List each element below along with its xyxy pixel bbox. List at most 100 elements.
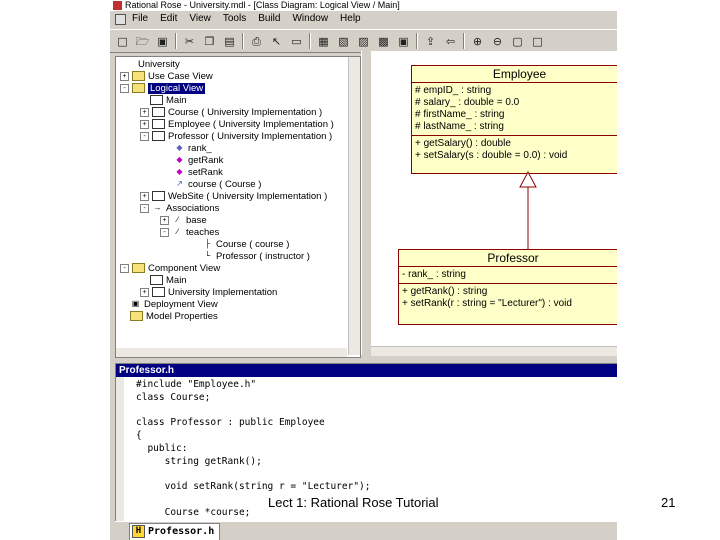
- association-icon: →: [153, 203, 162, 213]
- collapse-icon[interactable]: -: [140, 203, 149, 213]
- zoom-out-icon[interactable]: ⊖: [490, 34, 505, 49]
- deployment-icon[interactable]: ▩: [376, 34, 391, 49]
- tree-deployment-view[interactable]: ▣ Deployment View: [130, 299, 218, 311]
- tree-university-implementation[interactable]: + University Implementation: [140, 287, 277, 299]
- undo-fit-icon[interactable]: □: [530, 34, 545, 49]
- tree-role-course[interactable]: ├ Course ( course ): [202, 239, 290, 251]
- deployment-icon: ▣: [131, 299, 140, 309]
- tree-component-main[interactable]: Main: [150, 275, 187, 287]
- browse-icon[interactable]: ▭: [289, 34, 304, 49]
- toolbar-separator: [416, 33, 418, 49]
- document-menu-icon[interactable]: [115, 14, 126, 25]
- collapse-icon[interactable]: -: [120, 83, 129, 93]
- collapse-icon[interactable]: -: [120, 263, 129, 273]
- expand-icon[interactable]: +: [140, 287, 149, 297]
- tree-employee-class[interactable]: + Employee ( University Implementation ): [140, 119, 334, 131]
- toolbar-separator: [463, 33, 465, 49]
- component-icon[interactable]: ▨: [356, 34, 371, 49]
- new-icon[interactable]: □: [115, 34, 130, 49]
- role-icon: ↗: [176, 179, 183, 189]
- class-diagram-icon[interactable]: ▦: [316, 34, 331, 49]
- menu-file[interactable]: File: [132, 11, 148, 27]
- expand-icon[interactable]: +: [160, 215, 169, 225]
- editor-gutter: [116, 377, 124, 521]
- operation: + setRank(r : string = "Lecturer") : voi…: [402, 298, 572, 309]
- menu-tools[interactable]: Tools: [223, 11, 246, 27]
- tree-root[interactable]: University: [124, 59, 180, 71]
- operation-icon: ◆: [176, 167, 183, 177]
- fit-window-icon[interactable]: ▢: [510, 34, 525, 49]
- role-icon: ├: [204, 239, 211, 249]
- menu-build[interactable]: Build: [258, 11, 280, 27]
- menu-window[interactable]: Window: [292, 11, 328, 27]
- copy-icon[interactable]: ❐: [202, 34, 217, 49]
- slide-caption: Lect 1: Rational Rose Tutorial: [268, 495, 439, 510]
- expand-icon[interactable]: +: [120, 71, 129, 81]
- tree-component-view[interactable]: - Component View: [120, 263, 220, 275]
- state-icon[interactable]: ▣: [396, 34, 411, 49]
- interaction-icon[interactable]: ▧: [336, 34, 351, 49]
- collapse-icon[interactable]: -: [160, 227, 169, 237]
- paste-icon[interactable]: ▤: [222, 34, 237, 49]
- collapse-icon[interactable]: -: [140, 131, 149, 141]
- expand-icon[interactable]: +: [140, 107, 149, 117]
- association-icon: ∕: [176, 215, 179, 225]
- header-file-icon: H: [132, 524, 145, 538]
- diagram-horizontal-scrollbar[interactable]: [371, 346, 617, 356]
- attribute-icon: ◆: [176, 143, 183, 153]
- operation-compartment: + getRank() : string + setRank(r : strin…: [399, 284, 617, 312]
- tree-course-class[interactable]: + Course ( University Implementation ): [140, 107, 322, 119]
- folder-icon: [132, 263, 145, 274]
- tree-main-diagram[interactable]: Main: [150, 95, 187, 107]
- document-tab-bar: H Professor.h: [115, 521, 617, 540]
- context-help-icon[interactable]: ↖: [269, 34, 284, 49]
- browser-horizontal-scrollbar[interactable]: [116, 348, 347, 357]
- browser-tree: University + Use Case View - Logical View …: [116, 57, 346, 347]
- class-diagram-icon: [150, 95, 163, 106]
- tree-use-case-view[interactable]: + Use Case View: [120, 71, 213, 83]
- menu-help[interactable]: Help: [340, 11, 361, 27]
- previous-icon[interactable]: ⇦: [443, 34, 458, 49]
- class-icon: [152, 131, 165, 142]
- package-icon: [152, 287, 165, 298]
- menu-bar: File Edit View Tools Build Window Help: [110, 11, 617, 27]
- tree-logical-view[interactable]: - Logical View: [120, 83, 206, 95]
- toolbar-separator: [175, 33, 177, 49]
- cut-icon[interactable]: ✂: [182, 34, 197, 49]
- tree-rank-attribute[interactable]: ◆ rank_: [174, 143, 211, 155]
- operation: + getRank() : string: [402, 286, 488, 297]
- zoom-in-icon[interactable]: ⊕: [470, 34, 485, 49]
- attribute-compartment: - rank_ : string: [399, 267, 617, 284]
- menu-view[interactable]: View: [189, 11, 211, 27]
- operation-icon: ◆: [176, 155, 183, 165]
- save-icon[interactable]: ▣: [155, 34, 170, 49]
- association-icon: ∕: [176, 227, 179, 237]
- tree-getrank-operation[interactable]: ◆ getRank: [174, 155, 223, 167]
- tab-professor-h[interactable]: H Professor.h: [129, 523, 221, 540]
- menu-edit[interactable]: Edit: [160, 11, 177, 27]
- tree-professor-class[interactable]: - Professor ( University Implementation ): [140, 131, 332, 143]
- rational-rose-window: Rational Rose - University.mdl - [Class …: [110, 0, 617, 540]
- slide-page-number: 21: [661, 495, 676, 510]
- print-icon[interactable]: ⎙: [249, 34, 264, 49]
- tree-course-role[interactable]: ↗ course ( Course ): [174, 179, 261, 191]
- class-name: Professor: [399, 250, 617, 267]
- tree-role-professor[interactable]: └ Professor ( instructor ): [202, 251, 310, 263]
- class-icon: [152, 191, 165, 202]
- model-browser: University + Use Case View - Logical View …: [115, 56, 361, 358]
- tree-website-class[interactable]: + WebSite ( University Implementation ): [140, 191, 327, 203]
- tree-setrank-operation[interactable]: ◆ setRank: [174, 167, 222, 179]
- toolbar: □ 🗁 ▣ ✂ ❐ ▤ ⎙ ↖ ▭ ▦ ▧ ▨ ▩ ▣ ⇪ ⇦ ⊕ ⊖ ▢ □: [110, 29, 617, 53]
- tree-assoc-teaches[interactable]: - ∕ teaches: [160, 227, 219, 239]
- editor-title: Professor.h: [116, 364, 617, 377]
- tree-assoc-base[interactable]: + ∕ base: [160, 215, 207, 227]
- professor-class-box[interactable]: Professor - rank_ : string + getRank() :…: [398, 249, 617, 325]
- open-icon[interactable]: 🗁: [135, 34, 150, 49]
- tree-associations[interactable]: - → Associations: [140, 203, 219, 215]
- tree-model-properties[interactable]: Model Properties: [130, 311, 218, 323]
- class-icon: [152, 119, 165, 130]
- expand-icon[interactable]: +: [140, 191, 149, 201]
- browse-parent-icon[interactable]: ⇪: [423, 34, 438, 49]
- expand-icon[interactable]: +: [140, 119, 149, 129]
- browser-vertical-scrollbar[interactable]: [348, 57, 360, 355]
